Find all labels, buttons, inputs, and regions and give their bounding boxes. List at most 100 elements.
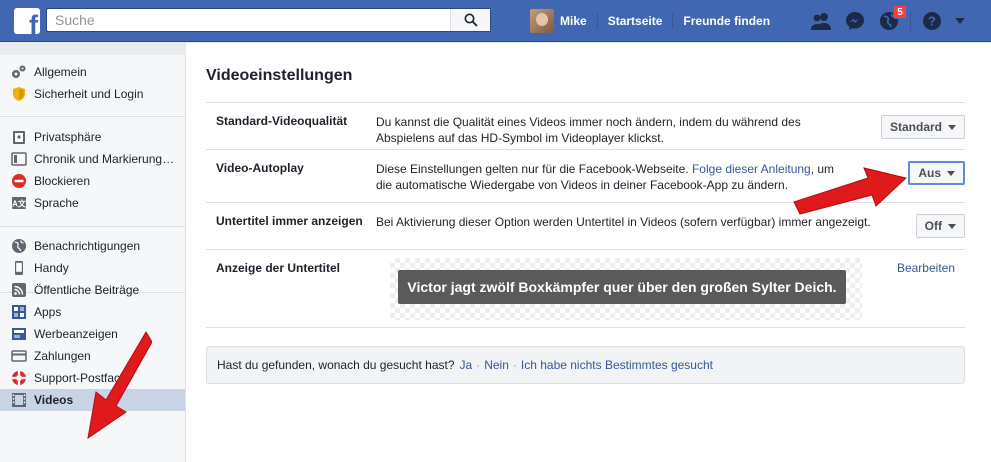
- card-icon: [11, 348, 27, 364]
- sidebar-item-support-inbox[interactable]: Support-Postfach: [0, 367, 185, 389]
- sidebar-item-general[interactable]: Allgemein: [0, 61, 185, 83]
- sidebar-item-apps[interactable]: Apps: [0, 301, 185, 323]
- svg-text:A文: A文: [12, 199, 27, 209]
- block-icon: [11, 173, 27, 189]
- search-button[interactable]: [450, 9, 490, 31]
- sidebar-item-label: Chronik und Markierung…: [34, 152, 175, 166]
- avatar[interactable]: [530, 9, 554, 33]
- sidebar-item-label: Öffentliche Beiträge: [34, 283, 140, 297]
- subtitle-preview-text: Victor jagt zwölf Boxkämpfer quer über d…: [398, 270, 846, 304]
- sidebar-item-label: Handy: [34, 261, 69, 275]
- caret-down-icon: [948, 124, 956, 130]
- ads-icon: [11, 326, 27, 342]
- search-box: [46, 8, 491, 32]
- sidebar-item-mobile[interactable]: Handy: [0, 257, 185, 279]
- language-icon: A文: [11, 195, 27, 211]
- sidebar-item-label: Werbeanzeigen: [34, 327, 118, 341]
- friends-icon: [811, 13, 831, 30]
- lifebuoy-icon: [11, 370, 27, 386]
- sidebar-item-language[interactable]: A文 Sprache: [0, 192, 185, 214]
- sidebar-item-label: Benachrichtigungen: [34, 239, 141, 253]
- dropdown-value: Standard: [889, 120, 942, 134]
- page-title: Videoeinstellungen: [206, 67, 353, 84]
- dropdown-value: Aus: [918, 166, 941, 180]
- shield-icon: [11, 86, 27, 102]
- sidebar-group-privacy: Privatsphäre Chronik und Markierung… Blo…: [0, 117, 185, 227]
- sidebar-item-label: Blockieren: [34, 174, 91, 188]
- sidebar-group-apps: Apps Werbeanzeigen Zahlungen Support-Pos…: [0, 293, 185, 421]
- edit-subtitles-link[interactable]: Bearbeiten: [897, 261, 955, 275]
- instructions-link[interactable]: Folge dieser Anleitung: [692, 162, 811, 176]
- nav-divider: [596, 13, 598, 29]
- sidebar-item-privacy[interactable]: Privatsphäre: [0, 126, 185, 148]
- messages-button[interactable]: [842, 8, 868, 34]
- separator-dot: ·: [512, 358, 517, 372]
- caret-down-icon: [947, 170, 955, 176]
- sidebar-item-payments[interactable]: Zahlungen: [0, 345, 185, 367]
- find-friends-link[interactable]: Freunde finden: [683, 14, 770, 28]
- setting-row-video-quality: Standard-Videoqualität Du kannst die Qua…: [206, 102, 965, 149]
- profile-link[interactable]: Mike: [560, 14, 587, 28]
- globe-icon: [11, 238, 27, 254]
- settings-sidebar: Allgemein Sicherheit und Login Privatsph…: [0, 55, 186, 462]
- gears-icon: [11, 64, 27, 80]
- sidebar-item-label: Videos: [34, 393, 74, 407]
- timeline-icon: [11, 151, 27, 167]
- home-link[interactable]: Startseite: [608, 14, 663, 28]
- description-text: Diese Einstellungen gelten nur für die F…: [376, 162, 692, 176]
- setting-label: Anzeige der Untertitel: [216, 261, 341, 275]
- facebook-logo-icon[interactable]: f: [14, 8, 40, 34]
- apps-icon: [11, 304, 27, 320]
- subtitles-dropdown[interactable]: Off: [915, 214, 965, 238]
- dropdown-value: Off: [924, 219, 942, 233]
- sidebar-item-ads[interactable]: Werbeanzeigen: [0, 323, 185, 345]
- top-icons: 5 ?: [808, 5, 975, 34]
- film-icon: [11, 392, 27, 408]
- notifications-button[interactable]: 5: [876, 5, 907, 34]
- help-icon: ?: [923, 12, 941, 30]
- help-button[interactable]: ?: [919, 8, 945, 34]
- sidebar-item-blocking[interactable]: Blockieren: [0, 170, 185, 192]
- autoplay-dropdown[interactable]: Aus: [908, 161, 965, 185]
- svg-text:?: ?: [928, 14, 936, 29]
- phone-icon: [11, 260, 27, 276]
- setting-row-subtitles: Untertitel immer anzeigen Bei Aktivierun…: [206, 202, 965, 249]
- account-menu-button[interactable]: [953, 8, 967, 34]
- settings-content: Videoeinstellungen Standard-Videoqualitä…: [186, 43, 991, 462]
- feedback-yes-link[interactable]: Ja: [460, 358, 473, 372]
- sidebar-item-label: Support-Postfach: [34, 371, 127, 385]
- search-icon: [464, 13, 478, 27]
- sidebar-item-label: Sicherheit und Login: [34, 87, 144, 101]
- setting-label: Video-Autoplay: [216, 161, 304, 175]
- feedback-no-link[interactable]: Nein: [484, 358, 509, 372]
- setting-description: Du kannst die Qualität eines Videos imme…: [376, 115, 801, 145]
- subtitle-preview: Victor jagt zwölf Boxkämpfer quer über d…: [390, 258, 862, 320]
- sidebar-item-timeline[interactable]: Chronik und Markierung…: [0, 148, 185, 170]
- friend-requests-button[interactable]: [808, 8, 834, 34]
- separator-dot: ·: [476, 358, 481, 372]
- messenger-icon: [846, 12, 864, 30]
- sidebar-item-label: Apps: [34, 305, 62, 319]
- search-input[interactable]: [47, 9, 450, 31]
- setting-label: Untertitel immer anzeigen: [216, 214, 363, 228]
- top-bar: f Mike Startseite Freunde finden 5 ?: [0, 0, 991, 42]
- top-nav: Mike Startseite Freunde finden: [530, 8, 770, 34]
- setting-description: Bei Aktivierung dieser Option werden Unt…: [376, 215, 871, 229]
- sidebar-item-label: Allgemein: [34, 65, 87, 79]
- nav-divider: [672, 13, 674, 29]
- setting-description: Diese Einstellungen gelten nur für die F…: [376, 161, 846, 193]
- settings-table: Standard-Videoqualität Du kannst die Qua…: [206, 102, 965, 328]
- notification-badge: 5: [893, 5, 907, 19]
- lock-icon: [11, 129, 27, 145]
- setting-row-autoplay: Video-Autoplay Diese Einstellungen gelte…: [206, 149, 965, 202]
- sidebar-item-label: Zahlungen: [34, 349, 91, 363]
- video-quality-dropdown[interactable]: Standard: [880, 115, 965, 139]
- sidebar-item-security[interactable]: Sicherheit und Login: [0, 83, 185, 105]
- sidebar-item-videos[interactable]: Videos: [0, 389, 185, 411]
- sidebar-item-notifications[interactable]: Benachrichtigungen: [0, 235, 185, 257]
- sidebar-group-account: Allgemein Sicherheit und Login: [0, 55, 185, 117]
- sidebar-item-label: Sprache: [34, 196, 79, 210]
- feedback-nothing-link[interactable]: Ich habe nichts Bestimmtes gesucht: [521, 358, 713, 372]
- feedback-question: Hast du gefunden, wonach du gesucht hast…: [217, 358, 455, 372]
- caret-down-icon: [948, 223, 956, 229]
